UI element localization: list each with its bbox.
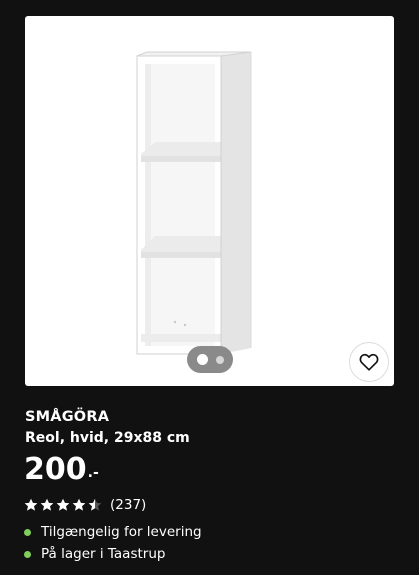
star-icon (40, 498, 54, 511)
product-price: 200.- (24, 452, 99, 491)
rating-count[interactable]: (237) (110, 497, 146, 513)
rating-stars (24, 498, 102, 512)
carousel-dot[interactable] (215, 355, 224, 364)
product-description[interactable]: Reol, hvid, 29x88 cm (25, 430, 190, 446)
heart-outline-icon (359, 353, 379, 371)
image-carousel-indicator[interactable] (187, 346, 233, 373)
star-icon (24, 498, 38, 511)
price-value: 200 (24, 452, 87, 487)
star-icon (88, 498, 102, 511)
availability-delivery-text: Tilgængelig for levering (41, 524, 202, 540)
status-dot-icon (24, 528, 31, 536)
availability-store: På lager i Taastrup (24, 546, 165, 562)
product-name[interactable]: SMÅGÖRA (25, 409, 109, 425)
status-dot-icon (24, 550, 31, 558)
shelf-unit-image (136, 51, 252, 355)
star-icon (56, 498, 70, 511)
favorite-button[interactable] (349, 342, 389, 382)
star-icon (72, 498, 86, 511)
availability-delivery: Tilgængelig for levering (24, 524, 202, 540)
availability-store-text: På lager i Taastrup (41, 546, 166, 562)
price-suffix: .- (87, 465, 99, 481)
product-rating[interactable]: (237) (24, 496, 146, 514)
carousel-dot-active[interactable] (196, 354, 208, 365)
product-image-card[interactable] (25, 16, 394, 386)
